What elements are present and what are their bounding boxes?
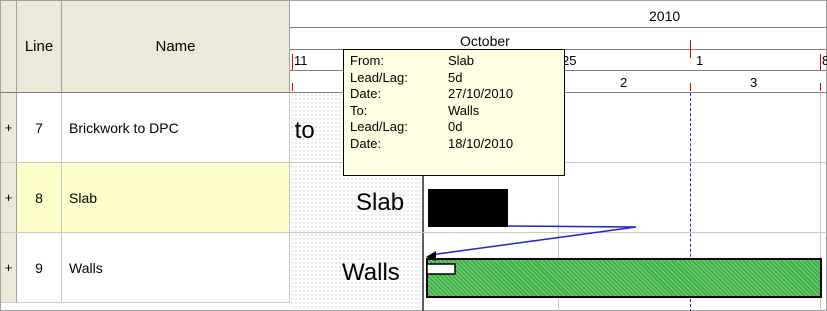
day-label: 2: [620, 75, 628, 90]
week-tick: [292, 54, 293, 70]
line-number: 7: [17, 93, 62, 162]
tooltip-row: Lead/Lag: 0d: [350, 119, 558, 136]
week-label: 11: [294, 53, 308, 68]
gantt-window: Line Name + 7 Brickwork to DPC + 8 Slab …: [0, 0, 827, 311]
timescale-year: 2010: [290, 1, 827, 28]
expand-toggle[interactable]: +: [1, 233, 17, 302]
task-row-brickwork[interactable]: + 7 Brickwork to DPC: [1, 93, 290, 163]
day-tick: [690, 83, 691, 91]
day-tick: [292, 83, 293, 91]
week-label: 8: [822, 53, 827, 68]
name-column-header[interactable]: Name: [62, 1, 290, 93]
task-row-slab[interactable]: + 8 Slab: [1, 163, 290, 233]
tooltip-key: To:: [350, 102, 368, 118]
task-row-walls[interactable]: + 9 Walls: [1, 233, 290, 303]
task-name[interactable]: Brickwork to DPC: [62, 93, 290, 162]
tooltip-value: 5d: [448, 69, 463, 85]
tooltip-row: From: Slab: [350, 53, 558, 70]
week-label: 1: [696, 53, 704, 68]
tooltip-row: To: Walls: [350, 103, 558, 120]
tooltip-value: 18/10/2010: [448, 135, 514, 151]
tooltip-value: 0d: [448, 119, 463, 134]
row-marker-header: [1, 1, 17, 93]
day-label: 3: [750, 75, 758, 90]
month-label: October: [460, 33, 510, 49]
line-number: 9: [17, 233, 62, 302]
tooltip-key: Lead/Lag:: [350, 119, 408, 134]
tooltip-row: Lead/Lag: 5d: [350, 70, 558, 87]
task-name[interactable]: Slab: [62, 163, 290, 232]
tooltip-key: Lead/Lag:: [350, 69, 408, 85]
tooltip-value: Slab: [448, 53, 475, 68]
tooltip-value: Walls: [448, 102, 480, 118]
task-name[interactable]: Walls: [62, 233, 290, 302]
tooltip-key: Date:: [350, 86, 382, 101]
week-tick: [690, 40, 691, 58]
line-number: 8: [17, 163, 62, 232]
week-tick: [820, 54, 821, 70]
timescale-month: October: [290, 28, 827, 50]
tooltip-key: From:: [350, 53, 384, 68]
tooltip-key: Date:: [350, 135, 382, 151]
year-label: 2010: [649, 8, 681, 24]
expand-toggle[interactable]: +: [1, 93, 17, 162]
tooltip-row: Date: 27/10/2010: [350, 86, 558, 103]
dependency-tooltip: From: Slab Lead/Lag: 5d Date: 27/10/2010…: [343, 49, 565, 176]
expand-toggle[interactable]: +: [1, 163, 17, 232]
line-column-header[interactable]: Line: [17, 1, 62, 93]
tooltip-row: Date: 18/10/2010: [350, 136, 558, 153]
tooltip-value: 27/10/2010: [448, 86, 514, 101]
day-tick: [820, 83, 821, 91]
link-handle[interactable]: [426, 263, 456, 275]
